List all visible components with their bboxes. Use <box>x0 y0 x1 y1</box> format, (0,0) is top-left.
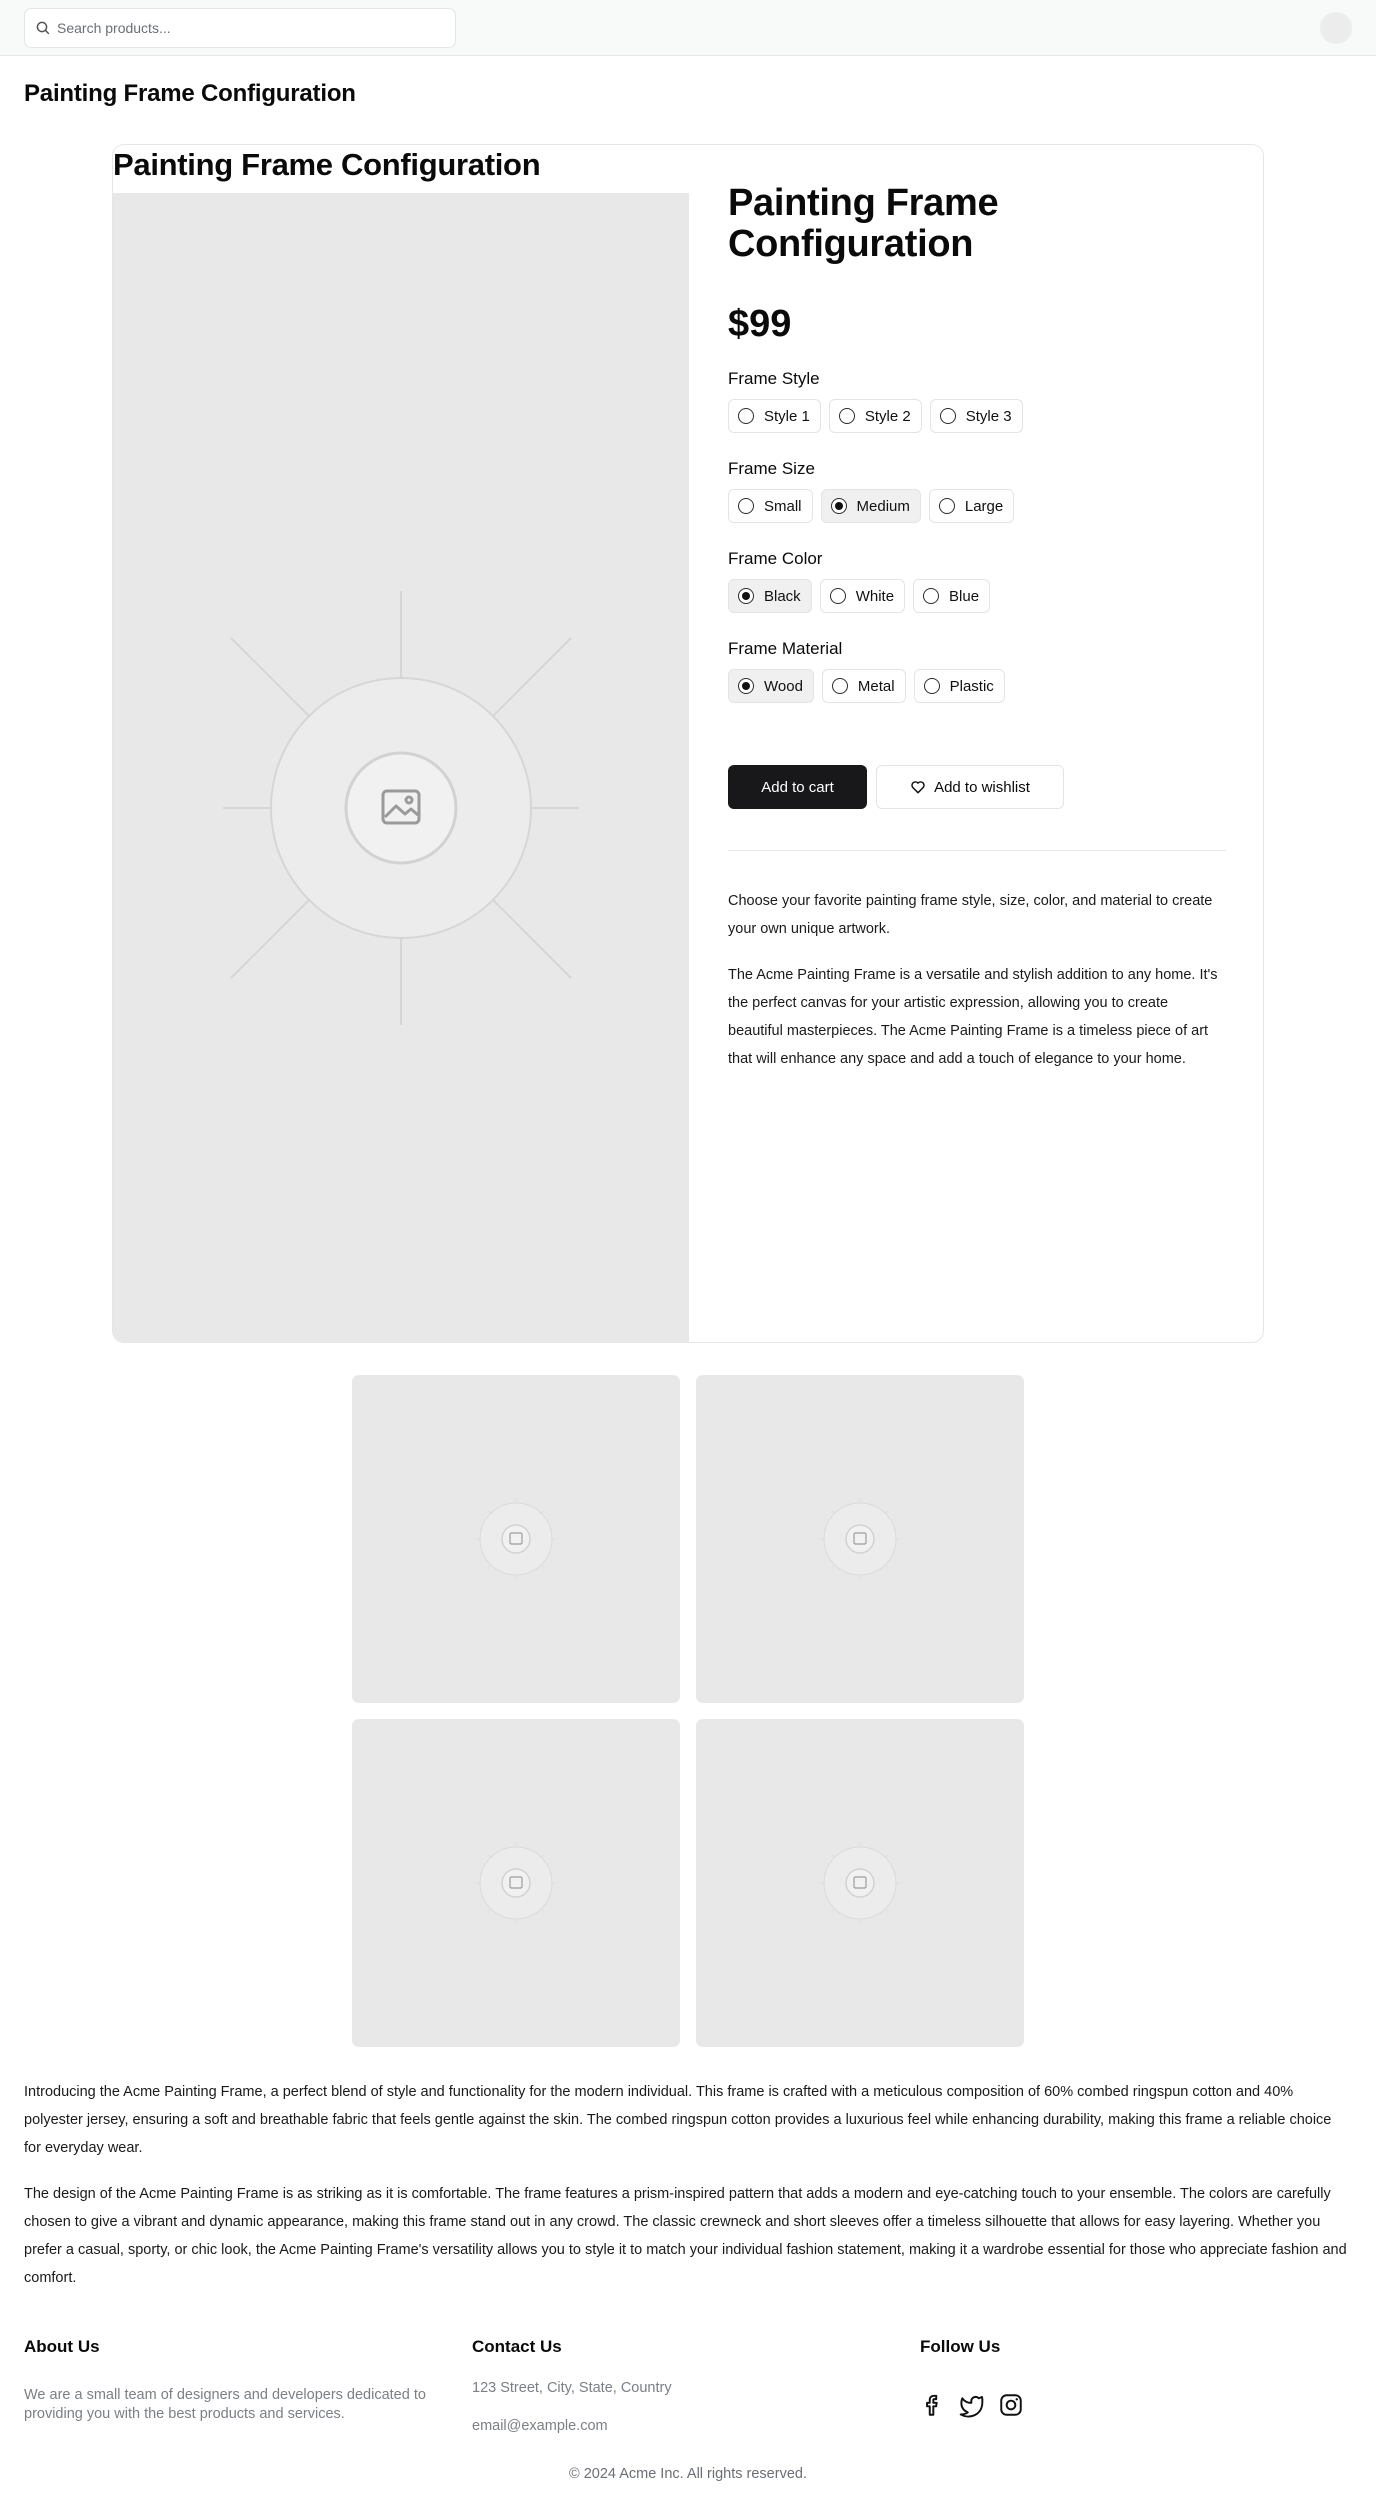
contact-email[interactable]: email@example.com <box>472 2417 608 2436</box>
radio-icon <box>838 408 855 424</box>
option-text: Medium <box>856 497 910 515</box>
radio-icon <box>738 498 754 514</box>
option-text: Plastic <box>949 677 994 695</box>
radio-icon <box>738 408 754 424</box>
add-to-cart-label: Add to cart <box>761 778 834 796</box>
radio-icon <box>829 588 846 604</box>
option-small[interactable]: Small <box>728 489 813 523</box>
divider <box>728 850 1226 851</box>
option-label: Frame Style <box>728 369 820 388</box>
about-heading: About Us <box>24 2337 100 2356</box>
option-text: White <box>855 587 895 605</box>
option-wood[interactable]: Wood <box>728 669 814 703</box>
option-style-1[interactable]: Style 1 <box>728 399 821 433</box>
option-text: Wood <box>764 677 803 695</box>
details-paragraph: Introducing the Acme Painting Frame, a p… <box>24 2084 1332 2156</box>
twitter-icon[interactable] <box>958 2392 984 2418</box>
radio-icon <box>939 408 956 424</box>
option-large[interactable]: Large <box>928 489 1015 523</box>
footer-follow: Follow Us <box>920 2337 1022 2418</box>
footer-contact: Contact Us 123 Street, City, State, Coun… <box>472 2337 672 2434</box>
about-text: providing you with the best products and… <box>24 2406 345 2422</box>
search-box[interactable] <box>24 8 456 48</box>
add-to-cart-button[interactable]: Add to cart <box>728 765 867 809</box>
product-summary: Choose your favorite painting frame styl… <box>728 893 1213 937</box>
radio-icon <box>831 678 848 694</box>
option-label: Frame Material <box>728 639 843 658</box>
option-blue[interactable]: Blue <box>913 579 991 613</box>
instagram-icon[interactable] <box>998 2392 1024 2418</box>
thumbnail-image[interactable] <box>352 1719 680 2047</box>
option-white[interactable]: White <box>819 579 906 613</box>
option-black[interactable]: Black <box>728 579 812 613</box>
option-text: Style 2 <box>864 407 911 425</box>
image-placeholder-icon <box>476 1499 556 1579</box>
heart-icon <box>911 781 925 794</box>
option-text: Metal <box>857 677 895 695</box>
top-bar <box>0 0 1376 56</box>
facebook-icon[interactable] <box>920 2392 946 2418</box>
radio-icon <box>738 678 754 694</box>
add-to-wishlist-button[interactable]: Add to wishlist <box>876 765 1064 809</box>
option-label: Frame Size <box>728 459 815 478</box>
option-text: Small <box>764 497 802 515</box>
thumbnail-image[interactable] <box>696 1719 1024 2047</box>
frame-style-group: Frame Style Style 1 Style 2 Style 3 <box>728 369 1023 433</box>
product-name: Painting Frame Configuration <box>728 182 999 265</box>
image-placeholder-icon <box>476 1843 556 1923</box>
option-text: Style 1 <box>764 407 810 425</box>
thumbnail-image[interactable] <box>352 1375 680 1703</box>
option-text: Black <box>764 587 801 605</box>
option-plastic[interactable]: Plastic <box>913 669 1005 703</box>
product-card: Painting Frame Configuration Painting Fr… <box>112 144 1264 1343</box>
search-icon <box>36 21 50 35</box>
radio-icon <box>923 588 940 604</box>
contact-address: 123 Street, City, State, Country <box>472 2380 672 2396</box>
frame-size-group: Frame Size Small Medium Large <box>728 459 1015 523</box>
frame-color-group: Frame Color Black White Blue <box>728 549 991 613</box>
avatar[interactable] <box>1320 12 1352 44</box>
option-text: Style 3 <box>965 407 1012 425</box>
option-label: Frame Color <box>728 549 823 568</box>
copyright: © 2024 Acme Inc. All rights reserved. <box>569 2466 807 2482</box>
follow-heading: Follow Us <box>920 2337 1001 2356</box>
image-placeholder-icon <box>223 591 579 1025</box>
image-placeholder-icon <box>820 1499 900 1579</box>
frame-material-group: Frame Material Wood Metal Plastic <box>728 639 1005 703</box>
option-metal[interactable]: Metal <box>821 669 906 703</box>
radio-icon <box>738 588 754 604</box>
page-title: Painting Frame Configuration <box>24 80 356 107</box>
about-text: We are a small team of designers and dev… <box>24 2387 426 2403</box>
radio-icon <box>938 498 955 514</box>
footer-about: About Us We are a small team of designer… <box>24 2337 426 2422</box>
search-input[interactable] <box>57 17 437 39</box>
option-medium[interactable]: Medium <box>820 489 921 523</box>
product-description: The Acme Painting Frame is a versatile a… <box>728 967 1218 1067</box>
contact-heading: Contact Us <box>472 2337 562 2356</box>
option-style-2[interactable]: Style 2 <box>828 399 922 433</box>
details-paragraph: The design of the Acme Painting Frame is… <box>24 2186 1347 2286</box>
product-image <box>113 193 689 1342</box>
option-text: Blue <box>949 587 980 605</box>
card-title: Painting Frame Configuration <box>113 147 541 182</box>
add-to-wishlist-label: Add to wishlist <box>934 778 1030 796</box>
product-info: Painting Frame Configuration $99 Frame S… <box>728 182 1238 1067</box>
product-price: $99 <box>728 303 792 345</box>
image-placeholder-icon <box>820 1843 900 1923</box>
radio-icon <box>830 498 847 514</box>
option-text: Large <box>964 497 1004 515</box>
option-style-3[interactable]: Style 3 <box>929 399 1023 433</box>
thumbnail-image[interactable] <box>696 1375 1024 1703</box>
radio-icon <box>923 678 940 694</box>
